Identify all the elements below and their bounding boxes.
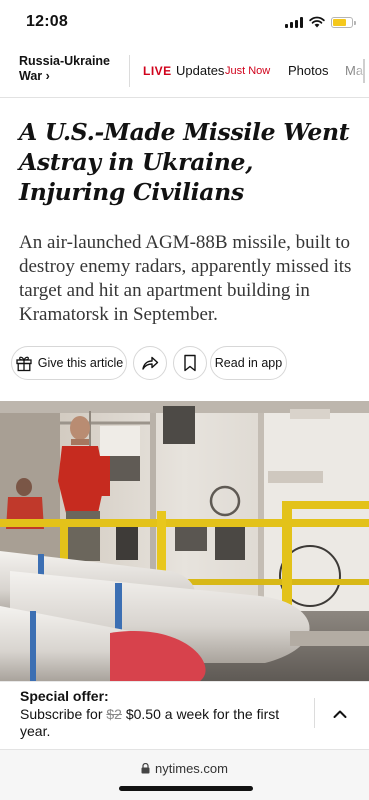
status-bar: 12:08 xyxy=(0,0,369,44)
url-text: nytimes.com xyxy=(155,761,228,776)
wifi-icon xyxy=(309,16,325,28)
bookmark-icon xyxy=(184,354,196,372)
live-label[interactable]: LIVE xyxy=(143,64,172,78)
save-button[interactable] xyxy=(173,346,207,380)
url-display[interactable]: nytimes.com xyxy=(0,761,369,776)
live-updates-link[interactable]: Updates xyxy=(176,63,224,78)
status-time: 12:08 xyxy=(26,13,68,30)
cellular-signal-icon xyxy=(285,16,303,28)
share-icon xyxy=(142,356,159,370)
special-offer-banner[interactable]: Special offer: Subscribe for $2 $0.50 a … xyxy=(0,681,369,749)
just-now-label: Just Now xyxy=(225,65,271,77)
home-indicator[interactable] xyxy=(119,786,253,791)
article-photo[interactable] xyxy=(0,401,369,681)
article-headline: A U.S.-Made Missile Went Astray in Ukrai… xyxy=(19,118,350,206)
battery-icon xyxy=(331,16,356,28)
browser-url-bar[interactable]: nytimes.com xyxy=(0,749,369,800)
read-in-app-button[interactable]: Read in app xyxy=(210,346,287,380)
battery-level xyxy=(333,18,346,26)
photos-tab[interactable]: Photos xyxy=(288,63,328,78)
offer-text-before: Subscribe for xyxy=(20,706,107,722)
give-article-button[interactable]: Give this article xyxy=(11,346,127,380)
nav-fade xyxy=(355,44,369,97)
chevron-up-icon[interactable] xyxy=(331,705,349,723)
section-nav-bar: Russia-Ukraine War › LIVE Updates Just N… xyxy=(0,44,369,98)
share-button[interactable] xyxy=(133,346,167,380)
lock-icon xyxy=(141,763,150,774)
offer-title: Special offer: xyxy=(20,688,109,704)
article-summary: An air-launched AGM-88B missile, built t… xyxy=(19,232,352,325)
missile-photo xyxy=(0,401,369,681)
gift-icon xyxy=(16,356,32,372)
give-article-label: Give this article xyxy=(37,356,124,370)
nav-scroll-indicator xyxy=(363,59,365,83)
offer-text: Subscribe for $2 $0.50 a week for the fi… xyxy=(20,706,305,740)
offer-divider xyxy=(314,698,315,728)
section-link[interactable]: Russia-Ukraine War › xyxy=(19,54,121,84)
status-icons xyxy=(285,15,356,29)
offer-old-price: $2 xyxy=(106,706,122,722)
nav-divider xyxy=(129,55,130,87)
